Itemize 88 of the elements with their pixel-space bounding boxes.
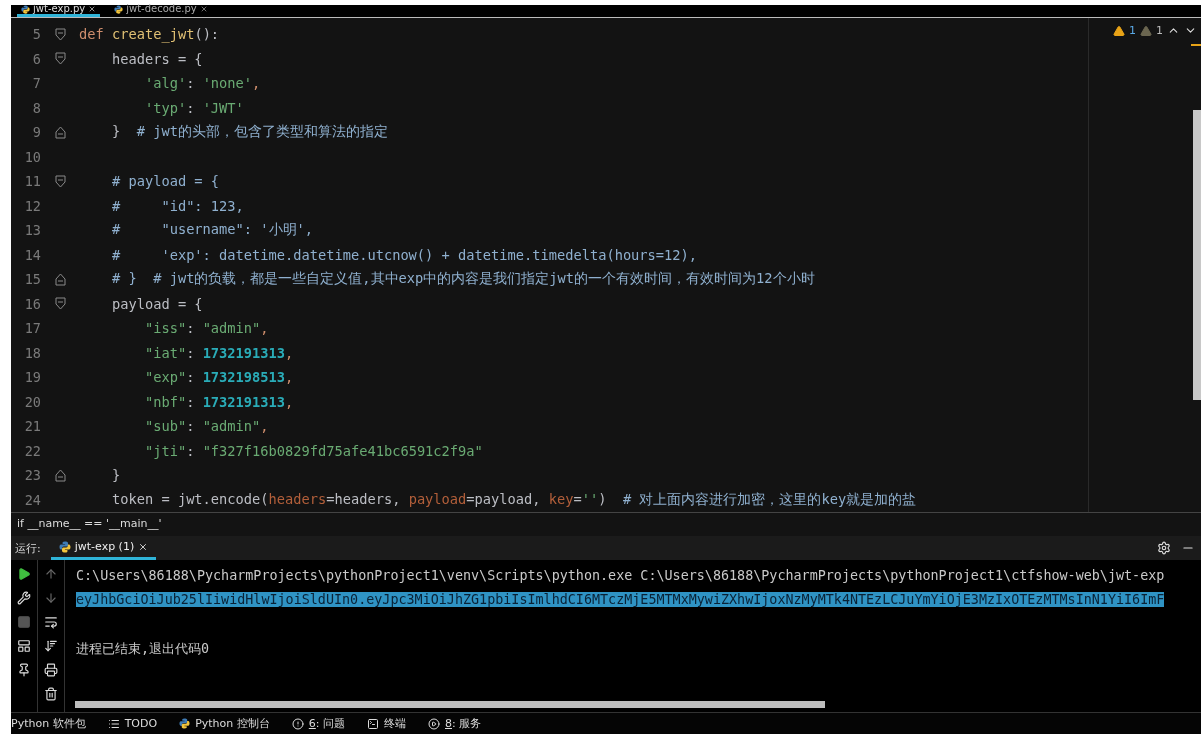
logo-icon xyxy=(114,4,124,14)
logo-icon xyxy=(21,4,30,14)
fold-icon[interactable] xyxy=(54,174,66,188)
line-number: 23 xyxy=(23,467,41,484)
fold-icon[interactable] xyxy=(54,297,66,311)
code-line: "sub": "admin", xyxy=(143,418,269,435)
console-output-line: C:\Users\86188\PycharmProjects\pythonProject1\venv\Scripts\python.exe C:\Users\86188\PycharmProjects\pythonProject1\ctfshow-web\jwt-exp xyxy=(76,567,1165,583)
print-icon[interactable] xyxy=(44,663,58,677)
line-number: 10 xyxy=(23,148,41,165)
run-label: 运行: xyxy=(15,540,41,556)
line-number: 14 xyxy=(23,246,41,263)
breadcrumb[interactable]: if __name__ == '__main__' xyxy=(17,516,162,530)
error-stripe-marker xyxy=(1191,44,1201,46)
warning-count: 1 xyxy=(1129,24,1136,37)
line-number: 9 xyxy=(31,124,41,141)
stop-icon[interactable] xyxy=(17,615,31,629)
fold-icon[interactable] xyxy=(54,27,66,41)
wrap-icon[interactable] xyxy=(44,615,58,629)
arrow-down-icon[interactable] xyxy=(44,591,58,605)
line-number: 24 xyxy=(23,491,41,508)
code-line: # } # jwt的负载，都是一些自定义值,其中exp中的内容是我们指定jwt的一个有效时间，有效时间为12个小时 xyxy=(110,270,815,289)
alert-icon xyxy=(291,717,304,730)
editor-tab[interactable]: jwt-decode.py xyxy=(110,4,212,17)
line-number: 15 xyxy=(23,271,41,288)
layout-icon[interactable] xyxy=(17,639,31,653)
warning-count: 1 xyxy=(1156,24,1163,37)
settings-icon[interactable] xyxy=(1157,541,1171,555)
line-number: 6 xyxy=(31,50,41,67)
play-icon xyxy=(428,717,440,730)
tab-label: jwt-decode.py xyxy=(126,3,197,15)
unfold-icon[interactable] xyxy=(54,468,66,482)
code-line: # 'exp': datetime.datetime.utcnow() + datetime.timedelta(hours=12), xyxy=(110,246,698,263)
line-number: 17 xyxy=(23,320,41,337)
line-number: 19 xyxy=(23,369,41,386)
status-bar-tool[interactable]: Python 软件包 xyxy=(11,716,86,731)
status-bar-tool[interactable]: 8: 服务 xyxy=(428,716,482,731)
list-icon xyxy=(107,717,120,730)
line-number: 13 xyxy=(23,222,41,239)
tab-label: jwt-exp.py xyxy=(33,3,86,15)
code-line: } # jwt的头部，包含了类型和算法的指定 xyxy=(110,123,388,142)
close-icon[interactable] xyxy=(138,541,149,552)
line-number: 5 xyxy=(31,26,41,43)
code-line: token = jwt.encode(headers=headers, payload=payload, key='') # 对上面内容进行加密，这里的key就是加的盐 xyxy=(110,490,917,509)
status-bar-tool[interactable]: TODO xyxy=(107,717,158,730)
code-line: "exp": 1732198513, xyxy=(143,369,294,386)
code-line: 'typ': 'JWT' xyxy=(143,99,244,116)
line-number: 11 xyxy=(23,173,41,190)
wrench-icon[interactable] xyxy=(17,591,31,605)
code-line: # "id": 123, xyxy=(110,197,244,214)
code-line: "jti": "f327f16b0829fd75afe41bc6591c2f9a" xyxy=(143,442,483,459)
status-bar-tool[interactable]: Python 控制台 xyxy=(179,716,270,731)
status-bar-tool[interactable]: 6: 问题 xyxy=(291,716,345,731)
code-line: "iss": "admin", xyxy=(143,320,269,337)
line-number: 21 xyxy=(23,418,41,435)
unfold-icon[interactable] xyxy=(54,272,66,286)
unfold-icon[interactable] xyxy=(54,125,66,139)
terminal-icon xyxy=(367,717,379,730)
code-line: # payload = { xyxy=(110,173,220,190)
editor-tab[interactable]: jwt-exp.py xyxy=(17,4,101,17)
line-number: 22 xyxy=(23,442,41,459)
close-icon[interactable] xyxy=(88,5,97,13)
code-line: 'alg': 'none', xyxy=(143,75,261,92)
code-line: payload = { xyxy=(110,295,203,312)
pin-icon[interactable] xyxy=(17,663,31,677)
status-bar-tool[interactable]: 终端 xyxy=(367,716,406,731)
horizontal-scrollbar[interactable] xyxy=(75,701,825,708)
logo-icon xyxy=(179,718,191,729)
sort-down-icon[interactable] xyxy=(44,639,58,653)
line-number: 20 xyxy=(23,393,41,410)
code-line: } xyxy=(110,467,121,484)
logo-icon xyxy=(58,540,71,553)
console-output-line: 进程已结束,退出代码0 xyxy=(76,639,210,658)
line-number: 12 xyxy=(23,197,41,214)
line-number: 8 xyxy=(31,99,41,116)
trash-icon[interactable] xyxy=(44,687,58,701)
code-line: "nbf": 1732191313, xyxy=(143,393,294,410)
run-icon[interactable] xyxy=(17,567,31,581)
code-line: "iat": 1732191313, xyxy=(143,344,294,361)
line-number: 16 xyxy=(23,295,41,312)
line-number: 7 xyxy=(31,75,41,92)
scrollbar-thumb[interactable] xyxy=(1193,110,1201,400)
fold-icon[interactable] xyxy=(54,52,66,66)
arrow-up-icon[interactable] xyxy=(44,567,58,581)
warning-icon[interactable] xyxy=(1113,24,1125,37)
code-line: def create_jwt(): xyxy=(79,26,220,43)
code-line: # "username": '小明', xyxy=(110,221,313,240)
code-line: headers = { xyxy=(110,50,203,67)
line-number: 18 xyxy=(23,344,41,361)
